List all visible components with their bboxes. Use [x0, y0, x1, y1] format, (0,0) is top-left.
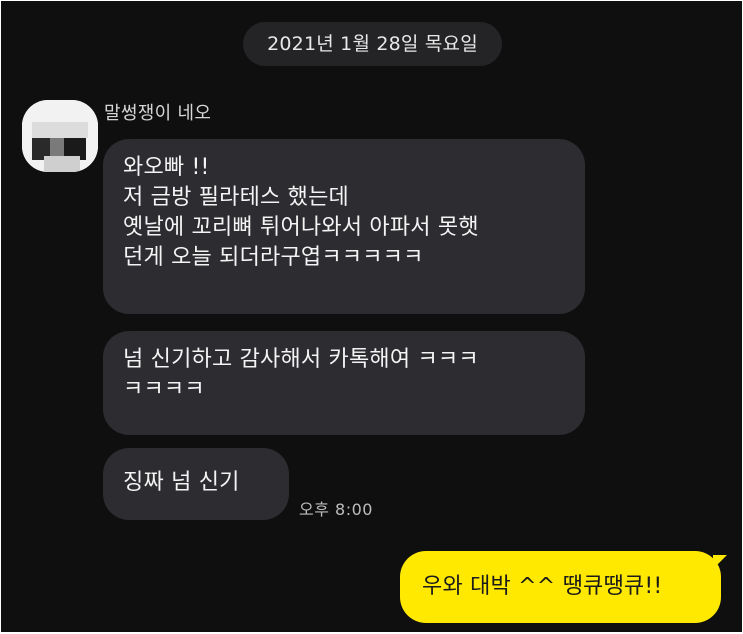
date-divider: 2021년 1월 28일 목요일 [243, 22, 502, 66]
avatar[interactable] [22, 100, 98, 172]
message-text-line: 넘 신기하고 감사해서 카톡해여 ㅋㅋㅋ [123, 347, 479, 372]
outgoing-bubble-tail [713, 555, 727, 569]
message-text-line: 징짜 넘 신기 [123, 470, 240, 495]
message-text-line: 던게 오늘 되더라구엽ㅋㅋㅋㅋㅋ [123, 245, 424, 270]
message-text-line: 저 금방 필라테스 했는데 [123, 185, 349, 210]
chat-screen: 2021년 1월 28일 목요일 말썽쟁이 네오 와오빠 !! 저 금방 필라테… [1, 1, 742, 632]
message-timestamp: 오후 8:00 [299, 500, 373, 519]
message-text-line: 와오빠 !! [123, 155, 210, 180]
message-text-line: ㅋㅋㅋㅋ [123, 377, 205, 402]
incoming-message-bubble[interactable]: 넘 신기하고 감사해서 카톡해여 ㅋㅋㅋ ㅋㅋㅋㅋ [103, 331, 585, 435]
incoming-message-bubble[interactable]: 와오빠 !! 저 금방 필라테스 했는데 옛날에 꼬리뼈 튀어나와서 아파서 못… [103, 139, 585, 314]
message-text-line: 옛날에 꼬리뼈 튀어나와서 아파서 못햇 [123, 215, 479, 240]
sender-name: 말썽쟁이 네오 [104, 103, 212, 124]
outgoing-message-bubble[interactable]: 우와 대박 ^^ 땡큐땡큐!! [400, 551, 721, 623]
incoming-message-bubble[interactable]: 징짜 넘 신기 [103, 448, 289, 520]
